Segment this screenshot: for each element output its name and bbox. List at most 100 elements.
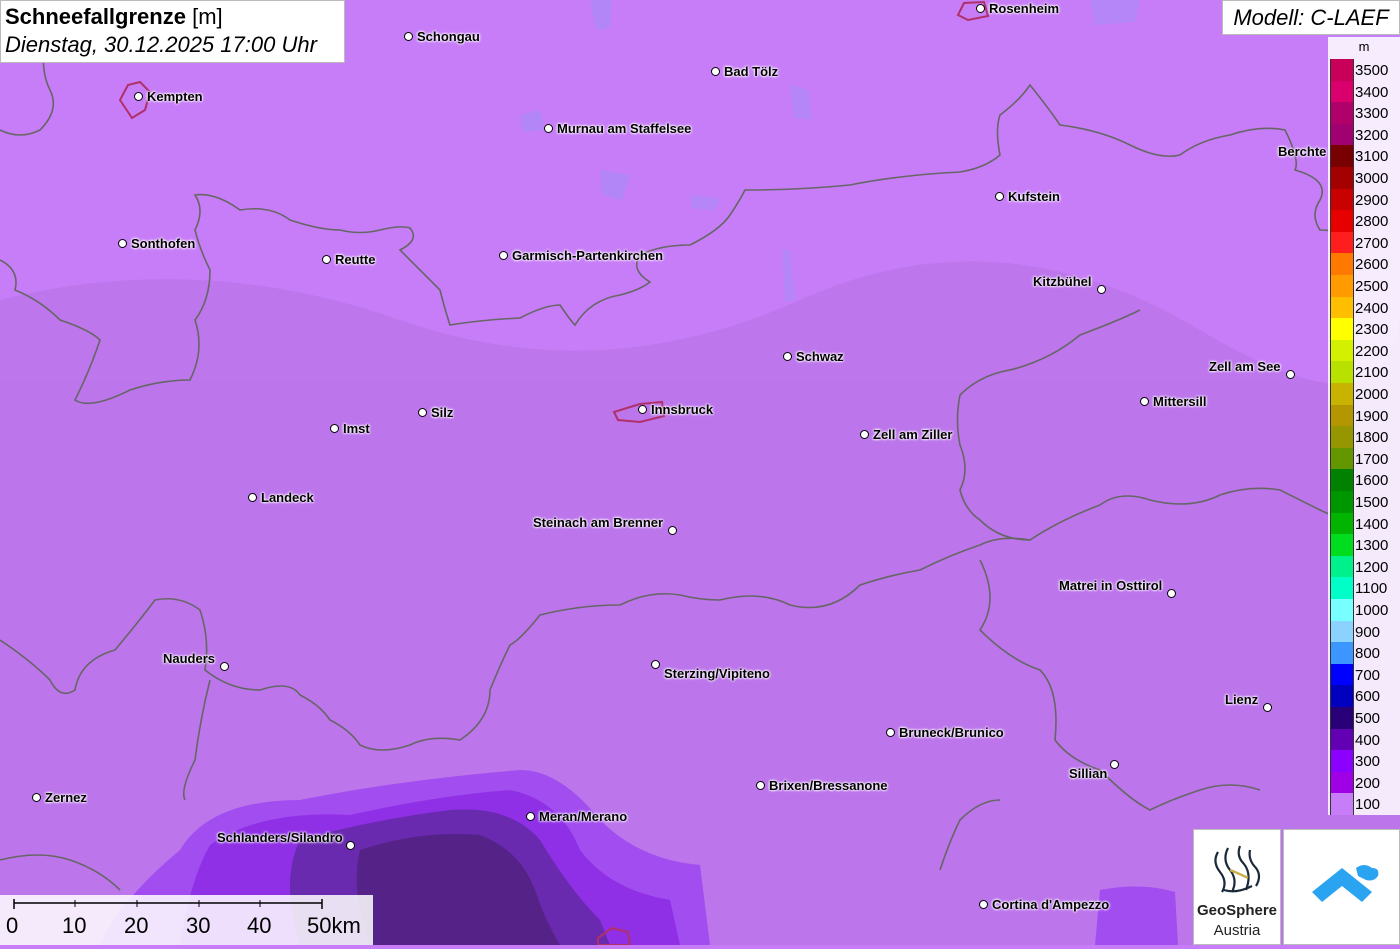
legend-swatch: [1330, 296, 1354, 319]
legend-row: 3300: [1328, 102, 1400, 124]
city-dot: [32, 793, 41, 802]
city-dot: [979, 900, 988, 909]
city-dot: [976, 4, 985, 13]
city-dot: [499, 251, 508, 260]
city-dot: [118, 239, 127, 248]
app-logo[interactable]: [1283, 829, 1400, 945]
legend-row: 1500: [1328, 491, 1400, 513]
city-dot: [134, 92, 143, 101]
scale-label-30: 30: [186, 913, 211, 938]
legend-row: 1700: [1328, 447, 1400, 470]
legend-label: 2300: [1355, 321, 1389, 339]
scale-bar: 0 10 20 30 40 50km: [0, 895, 373, 945]
city-label: Schongau: [417, 29, 480, 44]
city-dot: [322, 255, 331, 264]
legend-label: 400: [1355, 731, 1381, 749]
legend-row: 3200: [1328, 123, 1400, 146]
city-label: Bruneck/Brunico: [899, 725, 1004, 740]
legend-row: 800: [1328, 642, 1400, 664]
legend-label: 2600: [1355, 256, 1389, 274]
legend-row: 200: [1328, 771, 1400, 794]
city-dot: [756, 781, 765, 790]
legend-row: 3000: [1328, 167, 1400, 189]
legend-label: 1300: [1355, 537, 1389, 555]
legend-swatch: [1330, 534, 1354, 556]
scale-label-20: 20: [124, 913, 149, 938]
geosphere-logo[interactable]: GeoSphere Austria: [1193, 829, 1281, 945]
city-dot: [1110, 760, 1119, 769]
city-dot: [783, 352, 792, 361]
legend-label: 1200: [1355, 558, 1389, 576]
city-label: Innsbruck: [651, 402, 714, 417]
legend-swatch: [1330, 231, 1354, 254]
logo-name: GeoSphere: [1196, 902, 1278, 919]
legend-row: 600: [1328, 685, 1400, 707]
city-label: Murnau am Staffelsee: [557, 121, 692, 136]
legend-label: 1900: [1355, 407, 1389, 425]
city-label: Meran/Merano: [539, 809, 628, 824]
city-dot: [418, 408, 427, 417]
city-label: Kempten: [147, 89, 203, 104]
city-label: Imst: [343, 421, 370, 436]
legend-row: 1300: [1328, 534, 1400, 556]
legend-row: 1900: [1328, 404, 1400, 427]
legend-swatch: [1330, 275, 1354, 297]
legend-row: 3400: [1328, 80, 1400, 103]
city-dot: [1286, 370, 1295, 379]
legend-label: 2800: [1355, 213, 1389, 231]
geosphere-icon: [1214, 845, 1261, 893]
legend-swatch: [1330, 620, 1354, 643]
legend-row: 2800: [1328, 210, 1400, 232]
city-dot: [1140, 397, 1149, 406]
mountain-cloud-icon: [1312, 865, 1379, 902]
legend-swatch: [1330, 253, 1354, 275]
legend-swatch: [1330, 685, 1354, 707]
legend-row: 2500: [1328, 275, 1400, 297]
legend-swatch: [1330, 167, 1354, 189]
legend-row: 2200: [1328, 339, 1400, 362]
legend-row: 300: [1328, 750, 1400, 772]
city-dot: [248, 493, 257, 502]
scale-label-40: 40: [247, 913, 272, 938]
legend-label: 600: [1355, 688, 1381, 706]
legend-swatch: [1330, 123, 1354, 146]
city-dot: [330, 424, 339, 433]
map-title-box: Schneefallgrenze [m] Dienstag, 30.12.202…: [0, 0, 345, 63]
city-dot: [1097, 285, 1106, 294]
city-label: Mittersill: [1153, 394, 1207, 409]
legend-row: 2000: [1328, 383, 1400, 405]
city-label: Nauders: [163, 651, 216, 666]
legend-swatch: [1330, 145, 1354, 167]
legend-swatch: [1330, 318, 1354, 340]
legend-unit: m: [1358, 39, 1370, 54]
city-label: Landeck: [261, 490, 314, 505]
legend-label: 800: [1355, 645, 1381, 663]
city-label: Schlanders/Silandro: [217, 830, 343, 845]
legend-row: 1200: [1328, 555, 1400, 578]
city-dot: [651, 660, 660, 669]
city-label: Kitzbühel: [1033, 274, 1092, 289]
legend-row: 900: [1328, 620, 1400, 643]
city-label: Reutte: [335, 252, 376, 267]
legend-swatch: [1330, 555, 1354, 578]
legend-swatch: [1330, 512, 1354, 535]
map-title: Schneefallgrenze [m]: [5, 3, 340, 31]
legend-swatch: [1330, 447, 1354, 470]
legend-row: 2700: [1328, 231, 1400, 254]
legend-row: 2300: [1328, 318, 1400, 340]
legend-swatch: [1330, 707, 1354, 729]
city-dot: [526, 812, 535, 821]
legend-label: 300: [1355, 753, 1381, 771]
city-label: Bad Tölz: [724, 64, 779, 79]
legend-label: 1000: [1355, 602, 1389, 619]
city-label: Sonthofen: [131, 236, 196, 251]
city-label: Cortina d'Ampezzo: [992, 897, 1110, 912]
legend-row: 2100: [1328, 361, 1400, 383]
legend-swatch: [1330, 80, 1354, 103]
city-label: Brixen/Bressanone: [769, 778, 888, 793]
title-unit: [m]: [192, 4, 223, 29]
city-label: Zell am See: [1209, 359, 1281, 374]
legend-swatch: [1330, 642, 1354, 664]
city-label: Zernez: [45, 790, 87, 805]
legend-label: 3300: [1355, 105, 1389, 123]
